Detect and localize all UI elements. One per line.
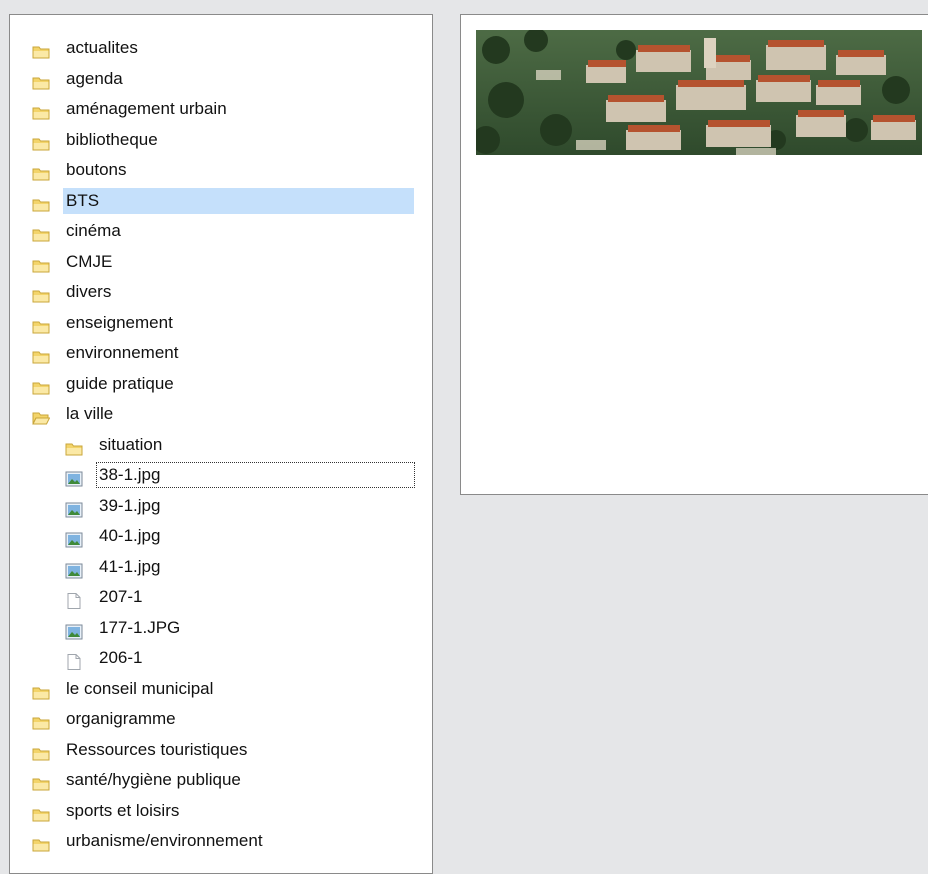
tree-item-cmje[interactable]: CMJE (10, 247, 432, 278)
tree-item-environnement[interactable]: environnement (10, 338, 432, 369)
folder-icon (32, 681, 50, 699)
folder-icon (32, 772, 50, 791)
tree-item-label: organigramme (66, 709, 176, 728)
tree-item-label: divers (66, 282, 112, 301)
tree-item-label: guide pratique (66, 373, 174, 393)
tree-item-41-1-jpg[interactable]: 41-1.jpg (10, 552, 432, 583)
tree-item-sante-hygiene-publique[interactable]: santé/hygiène publique (10, 765, 432, 796)
tree-item-39-1-jpg[interactable]: 39-1.jpg (10, 491, 432, 522)
tree-item-situation[interactable]: situation (10, 430, 432, 461)
tree-item-ressources-touristiques[interactable]: Ressources touristiques (10, 735, 432, 766)
tree-item-amenagement-urbain[interactable]: aménagement urbain (10, 94, 432, 125)
folder-tree-panel: actualites agenda aménagement urbain bib… (9, 14, 433, 874)
folder-icon (32, 284, 50, 303)
tree-item-label: 177-1.JPG (99, 617, 181, 637)
tree-item-label: Ressources touristiques (66, 739, 248, 759)
tree-item-organigramme[interactable]: organigramme (10, 704, 432, 735)
folder-icon (32, 376, 50, 394)
folder-icon (32, 803, 50, 821)
tree-item-le-conseil-municipal[interactable]: le conseil municipal (10, 674, 432, 705)
folder-icon (32, 223, 50, 242)
folder-icon (32, 315, 50, 333)
tree-item-label: 39-1.jpg (99, 495, 161, 515)
tree-item-label: situation (99, 434, 163, 454)
tree-item-boutons[interactable]: boutons (10, 155, 432, 186)
tree-item-label: boutons (66, 160, 127, 179)
tree-item-40-1-jpg[interactable]: 40-1.jpg (10, 521, 432, 552)
folder-icon (32, 132, 50, 150)
image-preview-thumbnail (476, 30, 922, 155)
tree-item-bts[interactable]: BTS (10, 186, 432, 217)
folder-icon (32, 193, 50, 211)
tree-item-label: bibliotheque (66, 129, 158, 149)
folder-icon (32, 162, 50, 181)
tree-item-label: agenda (66, 68, 123, 88)
tree-item-label: 207-1 (99, 587, 143, 606)
tree-item-actualites[interactable]: actualites (10, 33, 432, 64)
tree-item-38-1-jpg[interactable]: 38-1.jpg (10, 460, 432, 491)
tree-item-cinema[interactable]: cinéma (10, 216, 432, 247)
folder-icon (65, 437, 83, 455)
image-preview-panel (460, 14, 928, 495)
tree-item-label: actualites (66, 38, 138, 57)
folder-icon (32, 833, 50, 852)
tree-item-label: la ville (66, 404, 114, 423)
folder-icon (32, 254, 50, 272)
folder-icon (32, 40, 50, 59)
tree-item-sports-et-loisirs[interactable]: sports et loisirs (10, 796, 432, 827)
tree-item-urbanisme-environnement[interactable]: urbanisme/environnement (10, 826, 432, 857)
folder-icon (32, 345, 50, 364)
folder-icon (32, 101, 50, 120)
tree-item-label: BTS (63, 187, 414, 214)
image-file-icon (65, 528, 83, 548)
tree-item-label: le conseil municipal (66, 678, 214, 698)
tree-item-guide-pratique[interactable]: guide pratique (10, 369, 432, 400)
tree-item-207-1[interactable]: 207-1 (10, 582, 432, 613)
folder-tree: actualites agenda aménagement urbain bib… (10, 33, 432, 857)
tree-item-label: CMJE (66, 251, 113, 271)
folder-open-icon (32, 406, 51, 425)
blank-file-icon (65, 589, 83, 609)
tree-item-label: urbanisme/environnement (66, 831, 263, 850)
blank-file-icon (65, 650, 83, 670)
tree-item-divers[interactable]: divers (10, 277, 432, 308)
image-file-icon (65, 620, 83, 639)
tree-item-enseignement[interactable]: enseignement (10, 308, 432, 339)
tree-item-label: environnement (66, 343, 179, 362)
tree-item-177-1-jpg[interactable]: 177-1.JPG (10, 613, 432, 644)
image-file-icon (65, 559, 83, 578)
tree-item-label: sports et loisirs (66, 800, 180, 820)
tree-item-label: 206-1 (99, 648, 143, 667)
tree-item-label: santé/hygiène publique (66, 770, 241, 789)
folder-icon (32, 71, 50, 89)
tree-item-label: 41-1.jpg (99, 556, 161, 576)
tree-item-label: enseignement (66, 312, 173, 332)
tree-item-label: cinéma (66, 221, 121, 240)
tree-item-label: 38-1.jpg (96, 462, 415, 488)
tree-item-bibliotheque[interactable]: bibliotheque (10, 125, 432, 156)
tree-item-la-ville[interactable]: la ville (10, 399, 432, 430)
folder-icon (32, 742, 50, 760)
image-file-icon (65, 467, 83, 487)
folder-icon (32, 711, 50, 730)
tree-item-label: 40-1.jpg (99, 526, 161, 545)
tree-item-agenda[interactable]: agenda (10, 64, 432, 95)
tree-item-206-1[interactable]: 206-1 (10, 643, 432, 674)
image-file-icon (65, 498, 83, 517)
tree-item-label: aménagement urbain (66, 99, 227, 118)
